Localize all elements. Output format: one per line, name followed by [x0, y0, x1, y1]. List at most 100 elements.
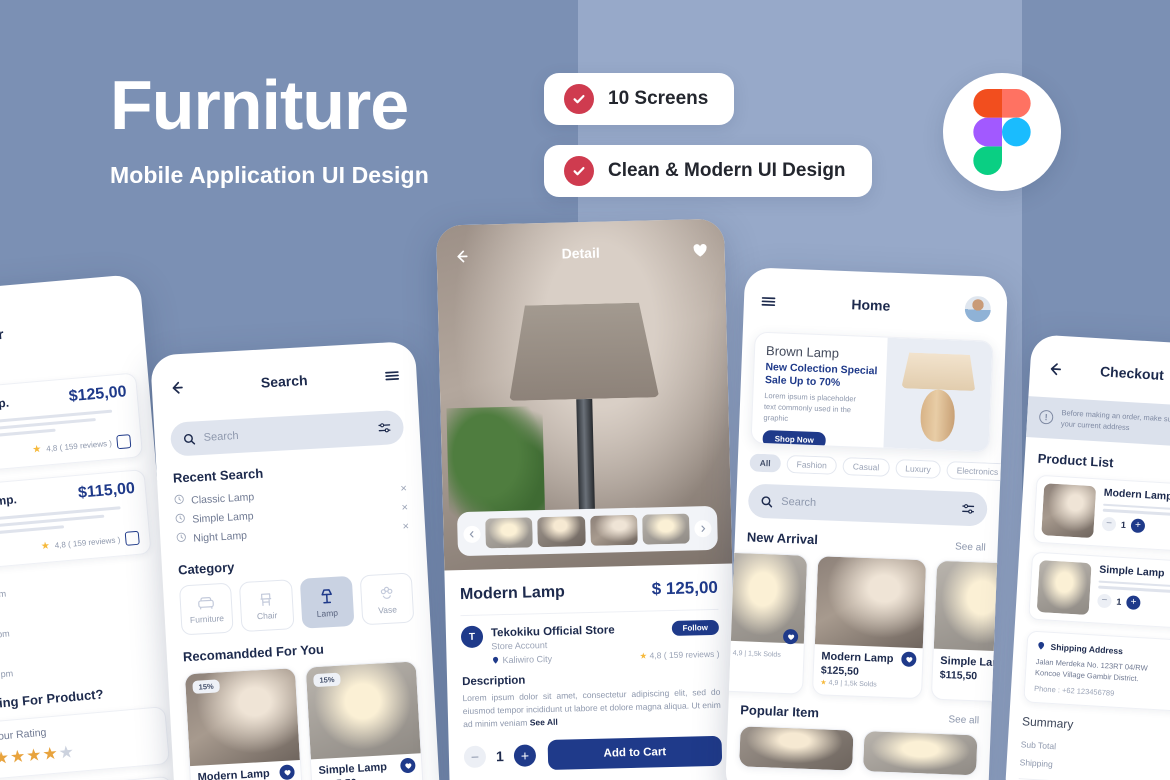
quantity-decrease-button[interactable]: −: [463, 745, 487, 769]
track-item-price: $115,00: [77, 479, 136, 502]
home-search-input[interactable]: Search: [747, 483, 988, 527]
product-card[interactable]: [861, 730, 979, 777]
add-to-cart-button[interactable]: Add to Cart: [547, 736, 723, 771]
check-circle-icon: [564, 84, 594, 114]
banner-lamp-shade: [901, 352, 976, 391]
thumbnail[interactable]: [589, 514, 638, 546]
shipping-address-card[interactable]: Shipping Address Jalan Merdeka No. 123RT…: [1023, 629, 1170, 713]
category-tile-lamp[interactable]: Lamp: [299, 575, 355, 629]
follow-button[interactable]: Follow: [671, 619, 720, 636]
product-card[interactable]: Modern Lamp $125,50 ★ 4,9 | 1,5k Solds: [811, 555, 928, 700]
thumbnail[interactable]: [485, 517, 534, 549]
promo-banner[interactable]: Brown Lamp New Colection Special Sale Up…: [750, 331, 994, 453]
recent-search-label: Classic Lamp: [190, 490, 255, 507]
timeline-time: 02.56 pm: [0, 588, 7, 602]
product-image: 15%: [184, 668, 300, 767]
delete-icon[interactable]: [116, 434, 132, 450]
star-icon[interactable]: ★: [25, 745, 43, 765]
filter-icon[interactable]: [961, 502, 976, 517]
shop-now-button[interactable]: Shop Now: [762, 429, 827, 450]
category-label: Furniture: [189, 612, 225, 625]
thumbnail[interactable]: [537, 516, 586, 548]
track-item-rating: 4,8 ( 159 reviews ): [54, 534, 121, 550]
quantity-decrease-button[interactable]: −: [1101, 516, 1117, 531]
checkout-item-name: Modern Lamp: [1103, 486, 1170, 503]
favorite-icon[interactable]: [691, 241, 708, 258]
category-tile-furniture[interactable]: Furniture: [178, 582, 234, 636]
star-icon[interactable]: ★: [42, 744, 60, 764]
store-name: Tekokiku Official Store: [490, 623, 615, 639]
timeline-entry: sit 08.00 pm: [0, 603, 158, 641]
checkout-item[interactable]: Simple Lamp − 1 +: [1028, 551, 1170, 630]
product-image: [1041, 482, 1097, 538]
see-all-link[interactable]: See All: [530, 716, 558, 727]
hamburger-menu-icon[interactable]: [760, 292, 778, 310]
product-meta: 4,9 | 1,5k Solds: [732, 649, 781, 659]
delete-icon[interactable]: [124, 530, 140, 546]
thumbnail[interactable]: [641, 513, 690, 545]
star-icon[interactable]: ★: [58, 742, 76, 762]
product-card[interactable]: 15% Modern Lamp $125,50 ★ 4,9 | 1,5k Sol…: [183, 667, 304, 780]
chip-all[interactable]: All: [749, 453, 781, 473]
product-card[interactable]: ★ 4,9 | 1,5k Solds: [724, 551, 809, 695]
star-icon: ★: [31, 443, 42, 456]
hamburger-menu-icon[interactable]: [383, 366, 401, 384]
remove-icon[interactable]: ×: [401, 501, 408, 513]
checkout-item[interactable]: Modern Lamp − 1 +: [1032, 474, 1170, 554]
thumbnail-carousel[interactable]: [456, 505, 718, 557]
rating-card[interactable]: Your Rating ★★★★★: [0, 706, 171, 780]
remove-icon[interactable]: ×: [402, 520, 409, 532]
hero-block: Furniture Mobile Application UI Design: [110, 70, 540, 189]
product-meta: 4,9 | 1,5k Solds: [828, 679, 877, 689]
search-title: Search: [260, 372, 308, 391]
carousel-next-icon[interactable]: [694, 519, 712, 537]
detail-title: Detail: [561, 244, 600, 262]
quantity-increase-button[interactable]: +: [1126, 594, 1141, 610]
search-input[interactable]: Search: [169, 409, 405, 457]
chip-fashion[interactable]: Fashion: [786, 454, 838, 475]
checkout-item-name: Simple Lamp: [1098, 563, 1165, 579]
location-pin-icon: [493, 656, 499, 664]
quantity-increase-button[interactable]: +: [1130, 517, 1146, 533]
checkout-notice: ! Before making an order, make sure and …: [1026, 396, 1170, 449]
avatar[interactable]: [964, 295, 992, 323]
search-icon: [182, 432, 196, 446]
clock-icon: [174, 494, 185, 508]
back-arrow-icon[interactable]: [167, 378, 185, 396]
clock-icon: [176, 532, 187, 546]
category-chips[interactable]: All Fashion Casual Luxury Electronics: [749, 453, 1001, 482]
remove-icon[interactable]: ×: [400, 482, 407, 494]
quantity-increase-button[interactable]: +: [513, 744, 537, 768]
chip-casual[interactable]: Casual: [842, 457, 890, 477]
category-tile-chair[interactable]: Chair: [239, 579, 295, 633]
description-title: Description: [461, 674, 526, 689]
screen-detail: Detail Modern Lamp $ 125,00 T Tekokiku O…: [435, 218, 739, 780]
track-item-name: n Lamp.: [0, 395, 10, 414]
track-item-rating: 4,8 ( 159 reviews ): [45, 438, 113, 453]
warning-icon: !: [1038, 410, 1054, 425]
chip-electronics[interactable]: Electronics: [946, 461, 1001, 482]
back-arrow-icon[interactable]: [453, 247, 470, 264]
chip-luxury[interactable]: Luxury: [894, 459, 942, 479]
star-icon: ★: [820, 679, 827, 687]
carousel-prev-icon[interactable]: [463, 525, 481, 543]
popular-item-title: Popular Item: [739, 702, 820, 721]
check-circle-icon: [564, 156, 594, 186]
quantity-value: 1: [495, 748, 505, 765]
track-item[interactable]: n Lamp. $125,00 ★ 4,8 ( 159 reviews ): [0, 372, 144, 474]
popular-see-all[interactable]: See all: [948, 714, 979, 726]
star-icon: ★: [40, 540, 51, 552]
chair-icon: [260, 592, 272, 606]
back-arrow-icon[interactable]: [1046, 360, 1064, 378]
product-card[interactable]: [738, 725, 855, 772]
product-card[interactable]: 15% Simple Lamp $115,50 ★ 4,9 | 1,5k Sol…: [304, 660, 425, 780]
store-card[interactable]: T Tekokiku Official Store Follow Store A…: [460, 608, 720, 667]
quantity-decrease-button[interactable]: −: [1097, 593, 1112, 608]
quantity-value: 1: [1120, 519, 1127, 530]
category-tile-vase[interactable]: Vase: [359, 572, 415, 626]
track-item[interactable]: e Lamp. $115,00 ★ 4,8 ( 159 reviews ): [0, 469, 152, 570]
location-pin-icon: [1038, 641, 1045, 650]
filter-icon[interactable]: [377, 420, 392, 435]
new-arrival-see-all[interactable]: See all: [955, 541, 986, 553]
star-icon[interactable]: ★: [9, 746, 27, 766]
